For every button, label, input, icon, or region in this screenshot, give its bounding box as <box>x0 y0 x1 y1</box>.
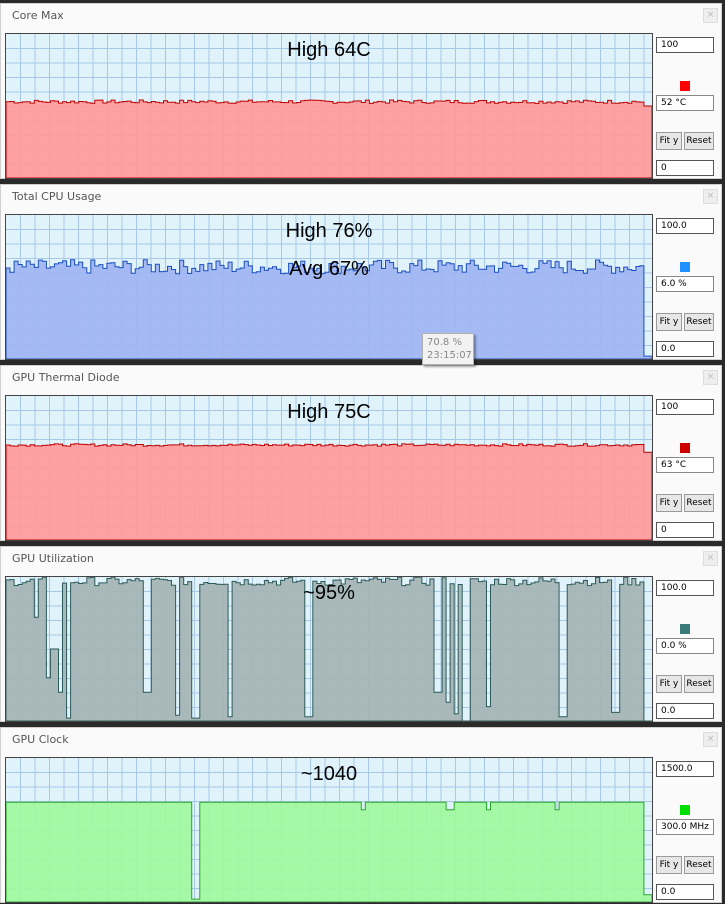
reset-button[interactable]: Reset <box>684 494 714 512</box>
min-value-field[interactable]: 0.0 <box>656 703 714 719</box>
color-swatch[interactable] <box>680 262 690 272</box>
fit-y-button[interactable]: Fit y <box>656 675 682 693</box>
reset-button[interactable]: Reset <box>684 132 714 150</box>
data-trace <box>6 801 652 902</box>
annotation-text: High 75C <box>287 401 371 423</box>
panel-title: Total CPU Usage <box>12 190 102 203</box>
reset-button[interactable]: Reset <box>684 313 714 331</box>
min-value-field[interactable]: 0 <box>656 522 714 538</box>
current-value-field: 300.0 MHz <box>656 819 714 835</box>
close-icon[interactable]: × <box>703 189 718 204</box>
graph-panel: GPU Thermal Diode × High 75C 100 63 °C Fit yR… <box>0 365 722 541</box>
reset-button[interactable]: Reset <box>684 856 714 874</box>
graph-panel: GPU Utilization × ~95% 100.0 0.0 % Fit y Reset… <box>0 546 722 722</box>
graph-panel: Core Max × High 64C 100 52 °C Fit y Reset 0 <box>0 3 722 179</box>
close-icon[interactable]: × <box>703 370 718 385</box>
max-value-field[interactable]: 100.0 <box>656 218 714 234</box>
current-value-field: 0.0 % <box>656 638 714 654</box>
hover-tooltip: 70.8 % 23:15:07 <box>422 333 474 365</box>
min-value-field[interactable]: 0.0 <box>656 884 714 900</box>
max-value-field[interactable]: 100.0 <box>656 580 714 596</box>
graph-controls: 100.0 0.0 % Fit y Reset 0.0 <box>656 576 716 722</box>
annotation-text: ~95% <box>303 582 355 604</box>
tooltip-time: 23:15:07 <box>427 350 472 361</box>
graph-area[interactable]: High 75C <box>5 395 653 541</box>
color-swatch[interactable] <box>680 81 690 91</box>
close-icon[interactable]: × <box>703 732 718 747</box>
annotation-text: High 76% <box>285 220 373 242</box>
annotation-text: ~1040 <box>300 763 358 785</box>
data-trace <box>6 443 652 540</box>
max-value-field[interactable]: 100 <box>656 37 714 53</box>
min-value-field[interactable]: 0.0 <box>656 341 714 357</box>
min-value-field[interactable]: 0 <box>656 160 714 176</box>
fit-y-button[interactable]: Fit y <box>656 856 682 874</box>
panel-title: Core Max <box>12 9 64 22</box>
current-value-field: 6.0 % <box>656 276 714 292</box>
graph-area[interactable]: ~1040 <box>5 757 653 903</box>
graph-controls: 100.0 6.0 % Fit y Reset 0.0 <box>656 214 716 360</box>
graph-area[interactable]: High 64C <box>5 33 653 179</box>
close-icon[interactable]: × <box>703 551 718 566</box>
tooltip-value: 70.8 % <box>427 337 462 348</box>
graph-area[interactable]: ~95% <box>5 576 653 722</box>
graph-controls: 1500.0 300.0 MHz Fit y Reset 0.0 <box>656 757 716 903</box>
color-swatch[interactable] <box>680 624 690 634</box>
panel-title: GPU Thermal Diode <box>12 371 120 384</box>
current-value-field: 63 °C <box>656 457 714 473</box>
max-value-field[interactable]: 1500.0 <box>656 761 714 777</box>
annotation-text: High 64C <box>287 39 371 61</box>
graph-panel: Total CPU Usage × High 76% Avg 67% 100.0 6.0 … <box>0 184 722 360</box>
close-icon[interactable]: × <box>703 8 718 23</box>
data-trace <box>6 99 652 178</box>
fit-y-button[interactable]: Fit y <box>656 494 682 512</box>
fit-y-button[interactable]: Fit y <box>656 132 682 150</box>
color-swatch[interactable] <box>680 805 690 815</box>
color-swatch[interactable] <box>680 443 690 453</box>
annotation-text: Avg 67% <box>289 258 369 280</box>
graph-controls: 100 52 °C Fit y Reset 0 <box>656 33 716 179</box>
current-value-field: 52 °C <box>656 95 714 111</box>
reset-button[interactable]: Reset <box>684 675 714 693</box>
graph-area[interactable]: High 76% Avg 67% <box>5 214 653 360</box>
graph-panel: GPU Clock × ~1040 1500.0 300.0 MHz Fit y Reset… <box>0 727 722 903</box>
fit-y-button[interactable]: Fit y <box>656 313 682 331</box>
panel-title: GPU Clock <box>12 733 69 746</box>
graph-controls: 100 63 °C Fit y Reset 0 <box>656 395 716 541</box>
max-value-field[interactable]: 100 <box>656 399 714 415</box>
panel-title: GPU Utilization <box>12 552 94 565</box>
